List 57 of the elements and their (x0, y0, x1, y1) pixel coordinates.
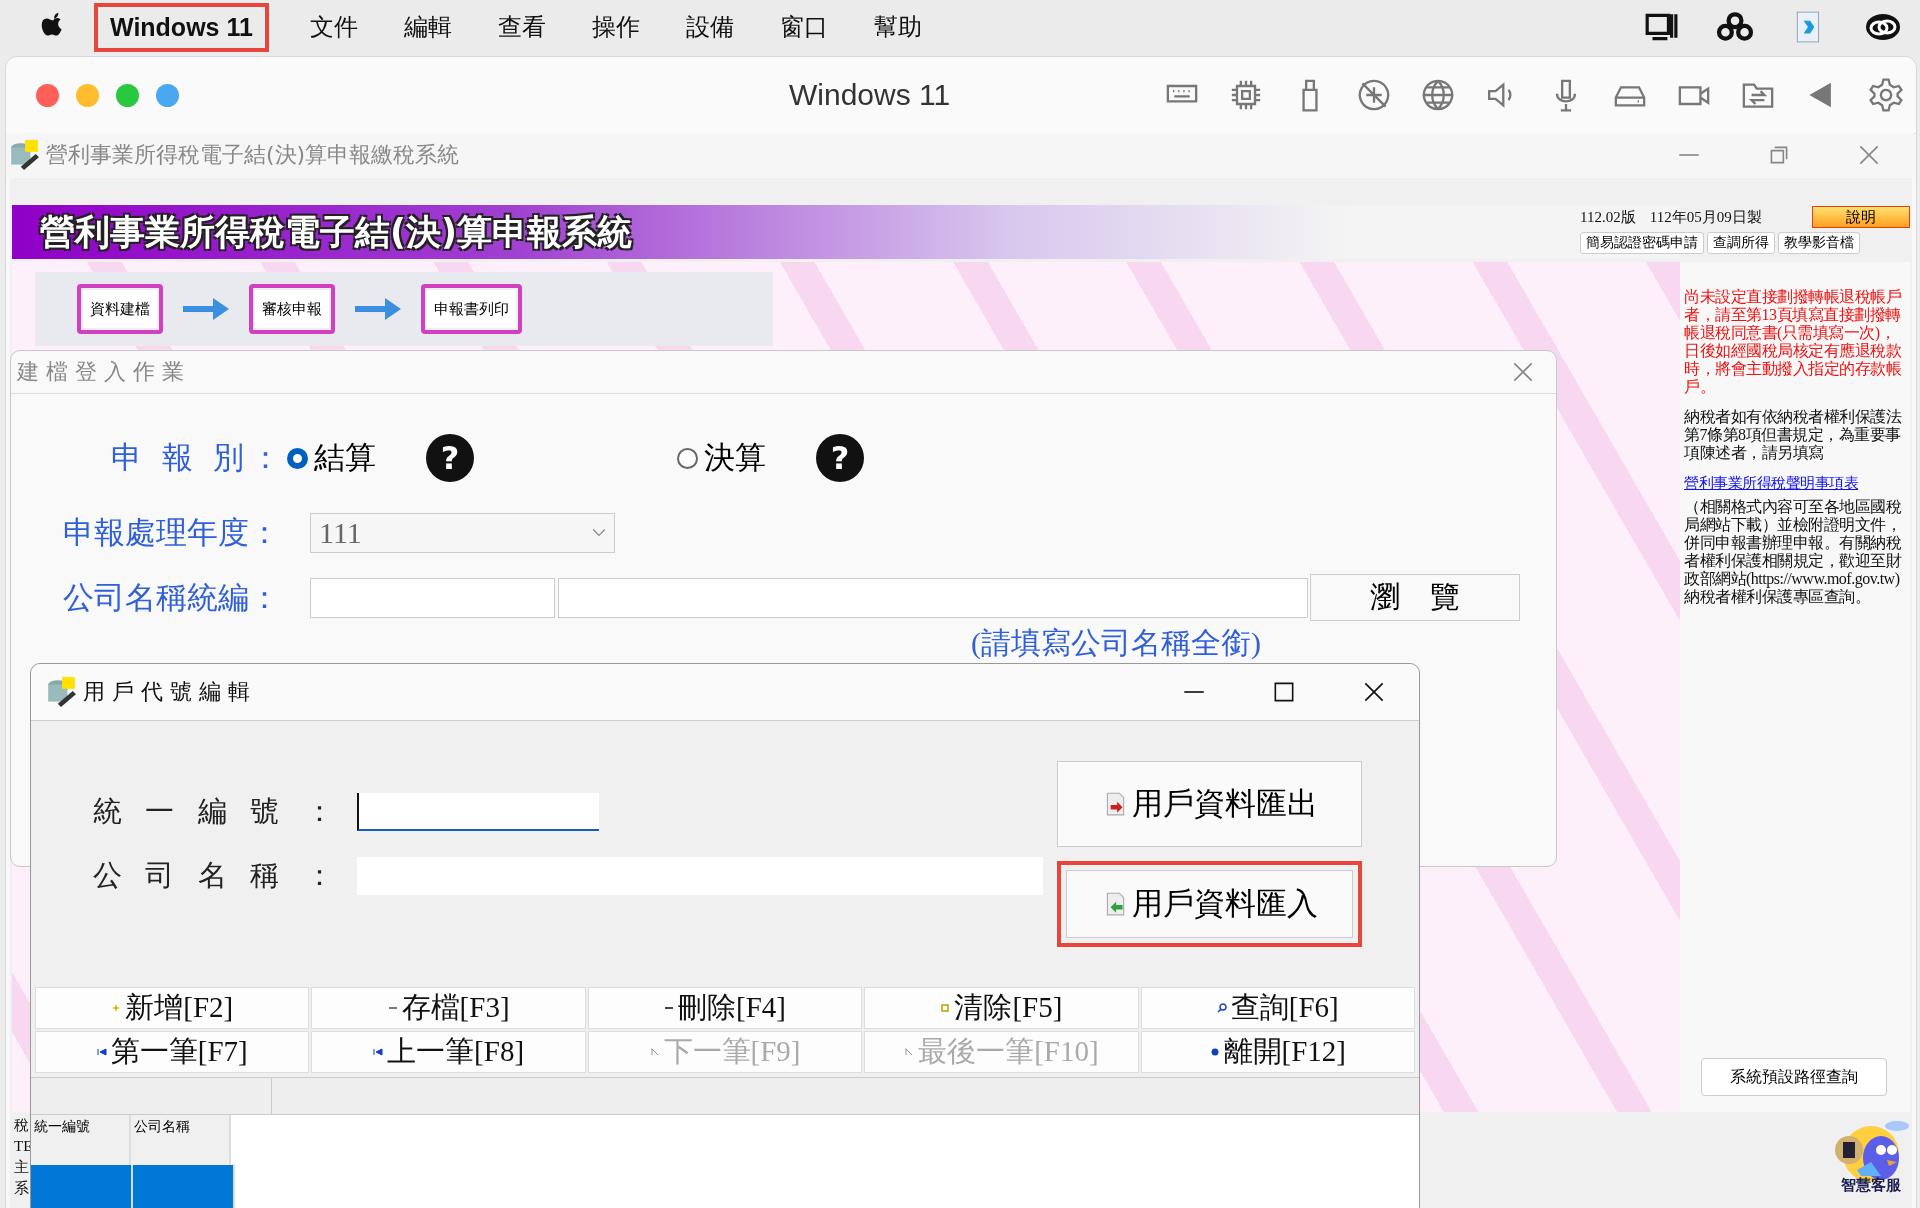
menu-item[interactable]: 編輯 (403, 11, 452, 43)
browse-button[interactable]: 瀏 覽 (1310, 574, 1520, 621)
colon-text: ： (305, 857, 335, 894)
toolbar-button[interactable]: 查詢[F6] (1140, 987, 1415, 1029)
column-header[interactable]: 公司名稱 (131, 1115, 231, 1165)
path-query-button[interactable]: 系統預設路徑查詢 (1701, 1058, 1887, 1096)
toolbar-button[interactable]: 新增[F2] (35, 987, 310, 1029)
build-date: 112年05月09日製 (1649, 207, 1762, 227)
menu-item[interactable]: 查看 (497, 11, 546, 43)
toolbar-button[interactable]: 第一筆[F7] (35, 1031, 310, 1073)
field-label: 申報處理年度： (62, 514, 281, 552)
window-title: 營利事業所得稅電子結(決)算申報繳稅系統 (46, 141, 460, 169)
link-button[interactable]: 簡易認證密碼申請 (1580, 232, 1704, 254)
toolbar-button[interactable]: 清除[F5] (864, 987, 1139, 1029)
dialog-title: 建 檔 登 入 作 業 (17, 358, 184, 386)
download-notice: （相關格式內容可至各地區國稅局網站下載）並檢附證明文件，併同申報書辦理申報。有關納稅者權利保護相關規定，歡迎至財政部網站(https://www.mof.gov.tw)納稅者權利保護專區查詢。 (1684, 498, 1903, 606)
menu-item[interactable]: 設備 (685, 11, 734, 43)
assistant-label[interactable]: 智慧客服 (1841, 1176, 1901, 1195)
statement-link[interactable]: 營利事業所得稅聲明事項表 (1684, 474, 1904, 492)
rights-notice: 納稅者如有依納稅者權利保護法第7條第8項但書規定，為重要事項陳述者，請另填寫 (1684, 408, 1903, 462)
menu-item[interactable]: 操作 (591, 11, 640, 43)
menu-item[interactable]: 幫助 (873, 11, 922, 43)
column-header[interactable]: 統一編號 (31, 1115, 131, 1165)
dialog-title: 用 戶 代 號 編 輯 (83, 678, 250, 706)
toolbar-button[interactable]: 刪除[F4] (587, 987, 863, 1029)
covered-text: 主 (14, 1158, 30, 1177)
version-text: 112.02版 (1580, 207, 1636, 227)
menu-item[interactable]: 文件 (309, 11, 358, 43)
step-button[interactable]: 資料建檔 (77, 284, 163, 334)
step-button[interactable]: 審核申報 (249, 284, 335, 334)
step-button[interactable]: 申報書列印 (421, 284, 522, 334)
banner-title: 營利事業所得稅電子結(決)算申報系統 (40, 210, 632, 254)
field-label: 公 司 名 稱 (93, 858, 288, 893)
toolbar-button[interactable]: 離開[F12] (1140, 1031, 1415, 1073)
help-icon[interactable]: ? (426, 434, 474, 482)
app-menu[interactable]: Windows 11 (94, 2, 269, 52)
field-label: 統 一 編 號 (93, 794, 288, 829)
toolbar-button[interactable]: 上一筆[F8] (311, 1031, 586, 1073)
data-button[interactable]: 用戶資料匯出 (1057, 761, 1362, 847)
link-button[interactable]: 教學影音檔 (1778, 232, 1860, 254)
covered-text: 稅 (14, 1116, 30, 1135)
toolbar-button[interactable]: 存檔[F3] (311, 987, 586, 1029)
window-title: Windows 11 (789, 78, 951, 112)
help-button[interactable]: 說明 (1812, 206, 1910, 228)
refund-notice: 尚未設定直接劃撥轉帳退稅帳戶者，請至第13頁填寫直接劃撥轉帳退稅同意書(只需填寫一次)，日後如經國稅局核定有應退稅款時，將會主動撥入指定的存款帳戶。 (1684, 288, 1902, 396)
data-button[interactable]: 用戶資料匯入 (1057, 861, 1362, 947)
covered-text: 系 (14, 1179, 30, 1198)
colon-text: ： (305, 793, 335, 830)
help-icon[interactable]: ? (816, 434, 864, 482)
radio-label[interactable]: 結算 (314, 437, 426, 479)
radio-label[interactable]: 決算 (704, 437, 816, 479)
year-dropdown[interactable]: 111 (310, 513, 615, 553)
link-button[interactable]: 查調所得 (1707, 232, 1775, 254)
field-label: 公司名稱統編： (62, 578, 281, 617)
menu-item[interactable]: 窗口 (779, 11, 828, 43)
hint-text: (請填寫公司名稱全銜) (971, 625, 1262, 661)
field-label: 申 報 別： (110, 439, 287, 477)
